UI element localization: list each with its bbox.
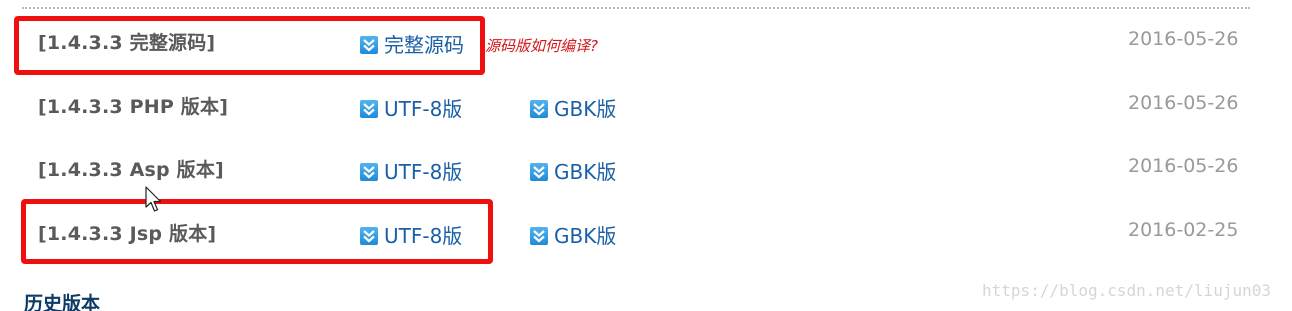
download-source-link[interactable]: 完整源码 [360, 29, 464, 58]
download-arrow-icon [360, 35, 378, 54]
download-arrow-icon [360, 162, 378, 181]
download-link-label: GBK版 [554, 224, 617, 248]
download-arrow-icon [360, 99, 378, 118]
download-arrow-icon [530, 162, 548, 181]
mouse-cursor-icon [145, 186, 162, 212]
download-utf8-link[interactable]: UTF-8版 [360, 220, 462, 249]
download-arrow-icon [530, 99, 548, 118]
download-row-asp: [1.4.3.3 Asp 版本] UTF-8版 GBK版 2016-05-26 [0, 155, 1292, 195]
download-row-jsp: [1.4.3.3 Jsp 版本] UTF-8版 GBK版 2016-02-25 [0, 219, 1292, 259]
watermark: https://blog.csdn.net/liujun03 [982, 281, 1271, 300]
version-label: [1.4.3.3 Asp 版本] [38, 159, 224, 181]
version-label: [1.4.3.3 完整源码] [38, 32, 216, 54]
release-date: 2016-05-26 [1128, 28, 1239, 50]
release-date: 2016-05-26 [1128, 155, 1239, 177]
version-label: [1.4.3.3 Jsp 版本] [38, 223, 217, 245]
download-utf8-link[interactable]: UTF-8版 [360, 156, 462, 185]
download-row-source: [1.4.3.3 完整源码] 完整源码 源码版如何编译? 2016-05-26 [0, 28, 1292, 68]
release-date: 2016-05-26 [1128, 92, 1239, 114]
download-link-label: UTF-8版 [384, 97, 463, 121]
download-link-label: UTF-8版 [384, 160, 463, 184]
download-link-label: GBK版 [554, 160, 617, 184]
download-gbk-link[interactable]: GBK版 [530, 156, 616, 185]
download-arrow-icon [530, 226, 548, 245]
download-link-label: UTF-8版 [384, 224, 463, 248]
history-versions-heading: 历史版本 [24, 293, 101, 311]
compile-help-link[interactable]: 源码版如何编译? [485, 35, 598, 56]
section-divider [22, 7, 1250, 9]
download-gbk-link[interactable]: GBK版 [530, 93, 616, 122]
download-link-label: 完整源码 [384, 33, 464, 57]
release-date: 2016-02-25 [1128, 219, 1239, 241]
download-row-php: [1.4.3.3 PHP 版本] UTF-8版 GBK版 2016-05-26 [0, 92, 1292, 132]
download-link-label: GBK版 [554, 97, 617, 121]
version-label: [1.4.3.3 PHP 版本] [38, 96, 229, 118]
download-gbk-link[interactable]: GBK版 [530, 220, 616, 249]
download-utf8-link[interactable]: UTF-8版 [360, 93, 462, 122]
download-arrow-icon [360, 226, 378, 245]
